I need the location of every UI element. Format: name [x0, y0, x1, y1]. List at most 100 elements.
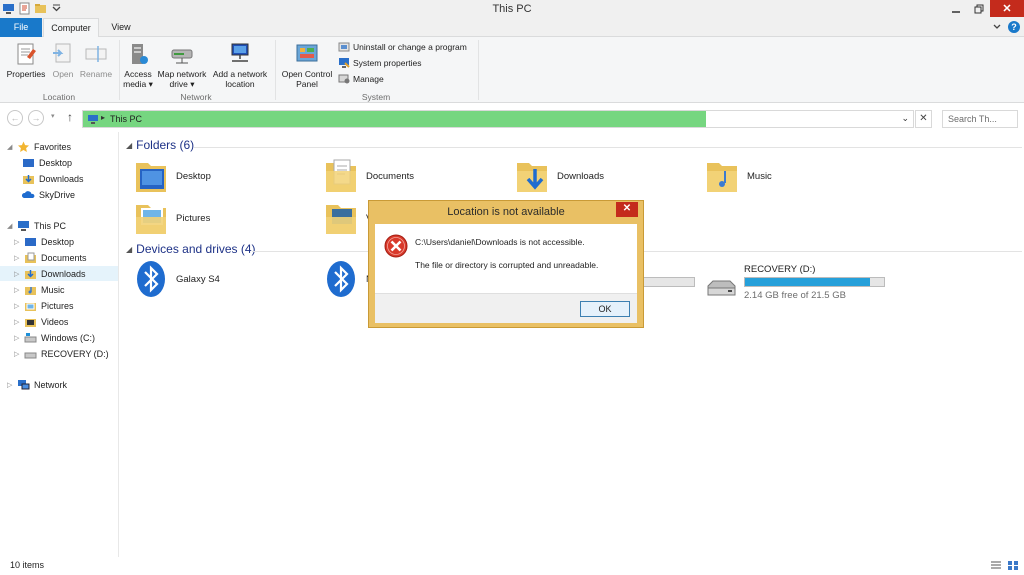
nav-pc-videos[interactable]: ▷ Videos	[14, 314, 68, 329]
collapse-chevron-icon[interactable]: ◢	[126, 141, 132, 150]
nav-favorites[interactable]: ◢ Favorites	[7, 139, 71, 154]
dialog-body: C:\Users\daniel\Downloads is not accessi…	[375, 224, 637, 293]
collapse-arrow-icon[interactable]: ▷	[14, 238, 20, 246]
drive-label: RECOVERY (D:)	[744, 264, 816, 275]
tab-file[interactable]: File	[0, 18, 42, 37]
manage-button[interactable]: Manage	[338, 72, 384, 86]
restore-button[interactable]	[967, 0, 990, 17]
item-count: 10 items	[10, 560, 45, 570]
minimize-button[interactable]	[944, 0, 967, 17]
folder-pictures[interactable]: Pictures	[134, 199, 210, 237]
back-button[interactable]: ←	[7, 110, 23, 126]
expand-arrow-icon[interactable]: ◢	[7, 143, 13, 151]
pictures-folder-icon	[136, 205, 166, 234]
expand-ribbon-icon[interactable]	[992, 22, 1002, 32]
device-bluetooth-2[interactable]: N	[324, 260, 373, 298]
ribbon-separator	[275, 40, 276, 100]
map-network-label-2: drive ▾	[169, 79, 195, 89]
downloads-icon	[23, 174, 34, 184]
ribbon-tabs: File Computer View ?	[0, 18, 1024, 38]
folders-section-header[interactable]: ◢ Folders (6)	[126, 138, 194, 152]
nav-network[interactable]: ▷ Network	[7, 377, 67, 392]
restore-icon	[974, 4, 983, 13]
nav-fav-skydrive[interactable]: SkyDrive	[22, 187, 75, 202]
collapse-arrow-icon[interactable]: ▷	[14, 302, 20, 310]
nav-fav-desktop[interactable]: Desktop	[22, 155, 72, 170]
drive-usage-bar	[744, 277, 885, 287]
collapse-chevron-icon[interactable]: ◢	[126, 245, 132, 254]
this-pc-icon	[88, 115, 98, 124]
tab-computer[interactable]: Computer	[43, 18, 99, 38]
collapse-arrow-icon[interactable]: ▷	[14, 334, 20, 342]
recent-locations-icon[interactable]: ▾	[51, 112, 55, 120]
nav-pc-recovery-d[interactable]: ▷ RECOVERY (D:)	[14, 346, 109, 361]
search-input[interactable]: Search Th...	[942, 110, 1018, 128]
nav-pc-documents[interactable]: ▷ Documents	[14, 250, 87, 265]
open-button[interactable]: Open	[49, 41, 77, 79]
dialog-title: Location is not available	[447, 206, 565, 218]
rename-label: Rename	[79, 69, 113, 79]
collapse-arrow-icon[interactable]: ▷	[14, 318, 20, 326]
nav-pc-windows-c[interactable]: ▷ Windows (C:)	[14, 330, 95, 345]
collapse-arrow-icon[interactable]: ▷	[14, 254, 20, 262]
nav-pc-pictures[interactable]: ▷ Pictures	[14, 298, 74, 313]
dialog-close-button[interactable]: ✕	[616, 202, 638, 217]
map-network-drive-button[interactable]: Map network drive ▾	[155, 41, 209, 89]
nav-item-label: Downloads	[39, 173, 84, 184]
collapse-arrow-icon[interactable]: ▷	[14, 270, 20, 278]
devices-section-header[interactable]: ◢ Devices and drives (4)	[126, 242, 256, 256]
details-view-icon[interactable]	[990, 560, 1002, 571]
close-button[interactable]: ✕	[990, 0, 1024, 17]
rename-button[interactable]: Rename	[79, 41, 113, 79]
add-network-location-button[interactable]: Add a network location	[210, 41, 270, 89]
open-label: Open	[52, 69, 74, 79]
windows-drive-icon	[24, 332, 37, 342]
address-bar[interactable]: ▸ This PC ⌄	[82, 110, 914, 128]
nav-item-label: Desktop	[39, 157, 73, 168]
up-arrow-icon[interactable]: ↑	[67, 110, 73, 124]
folder-desktop[interactable]: Desktop	[134, 157, 211, 195]
error-icon	[384, 234, 408, 258]
system-properties-button[interactable]: System properties	[338, 56, 422, 70]
music-folder-icon	[707, 163, 737, 192]
device-galaxy-s4[interactable]: Galaxy S4	[134, 260, 220, 298]
collapse-arrow-icon[interactable]: ▷	[14, 286, 20, 294]
rename-icon	[85, 46, 107, 62]
help-icon[interactable]: ?	[1008, 21, 1020, 33]
nav-item-label: Pictures	[41, 300, 74, 311]
folder-downloads[interactable]: Downloads	[515, 157, 604, 195]
tab-view[interactable]: View	[104, 18, 138, 37]
nav-fav-downloads[interactable]: Downloads	[22, 171, 84, 186]
address-dropdown-icon[interactable]: ⌄	[901, 113, 909, 124]
open-control-panel-button[interactable]: Open Control Panel	[279, 41, 335, 89]
navigation-bar: ← → ▾ ↑ ▸ This PC ⌄ ✕ Search Th...	[0, 104, 1024, 130]
folder-music[interactable]: Music	[705, 157, 772, 195]
folder-videos[interactable]: V	[324, 199, 372, 237]
properties-button[interactable]: Properties	[5, 41, 47, 79]
forward-button[interactable]: →	[28, 110, 44, 126]
ribbon-separator	[119, 40, 120, 100]
documents-icon	[25, 252, 36, 263]
uninstall-program-button[interactable]: Uninstall or change a program	[338, 40, 467, 54]
nav-pc-downloads[interactable]: ▷ Downloads	[0, 266, 118, 281]
clear-address-button[interactable]: ✕	[915, 110, 932, 128]
expand-arrow-icon[interactable]: ◢	[7, 222, 13, 230]
breadcrumb-this-pc[interactable]: This PC	[110, 114, 142, 124]
uninstall-icon	[338, 42, 350, 52]
access-media-button[interactable]: Access media ▾	[121, 41, 155, 89]
folder-documents[interactable]: Documents	[324, 157, 414, 195]
system-properties-icon	[339, 58, 350, 68]
folder-label: Music	[747, 170, 772, 182]
collapse-arrow-icon[interactable]: ▷	[7, 381, 13, 389]
breadcrumb-chevron-icon[interactable]: ▸	[101, 113, 105, 122]
nav-pc-desktop[interactable]: ▷ Desktop	[14, 234, 74, 249]
close-icon: ✕	[622, 203, 632, 214]
ok-button[interactable]: OK	[580, 301, 630, 317]
dialog-message-path: C:\Users\daniel\Downloads is not accessi…	[415, 237, 585, 247]
devices-header-label: Devices and drives (4)	[136, 242, 256, 256]
large-icons-view-icon[interactable]	[1007, 560, 1019, 571]
nav-pc-music[interactable]: ▷ Music	[14, 282, 65, 297]
nav-this-pc[interactable]: ◢ This PC	[7, 218, 66, 233]
collapse-arrow-icon[interactable]: ▷	[14, 350, 20, 358]
drive-recovery-d[interactable]	[704, 268, 738, 306]
